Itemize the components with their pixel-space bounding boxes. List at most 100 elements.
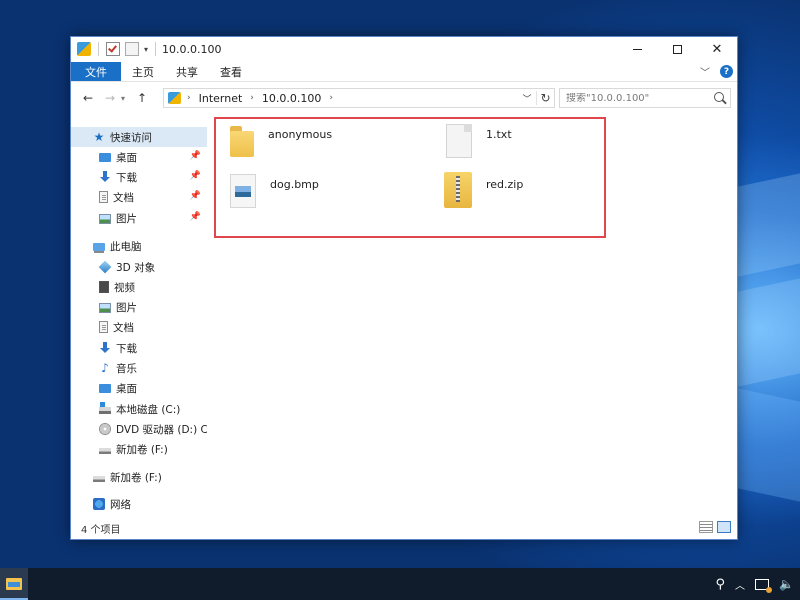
- sidebar-item-documents[interactable]: 文档 📌: [71, 187, 207, 207]
- chevron-right-icon[interactable]: ›: [250, 93, 254, 103]
- caption-buttons: ✕: [617, 37, 737, 61]
- pin-icon: 📌: [189, 171, 201, 181]
- breadcrumb: › Internet › 10.0.0.100 ›: [187, 92, 333, 105]
- picture-icon: [99, 213, 111, 224]
- sidebar-item-3d-objects[interactable]: 3D 对象: [71, 257, 207, 277]
- search-input[interactable]: [566, 92, 706, 104]
- customize-toolbar-icon[interactable]: ▾: [144, 45, 148, 54]
- folder-icon: [230, 126, 254, 157]
- window-title: 10.0.0.100: [162, 42, 222, 56]
- taskbar-file-explorer-button[interactable]: [0, 568, 28, 600]
- status-bar: 4 个项目: [71, 517, 737, 539]
- video-icon: [99, 281, 109, 293]
- breadcrumb-host[interactable]: 10.0.0.100: [262, 92, 321, 105]
- music-note-icon: ♪: [101, 361, 109, 375]
- text-file-icon: [446, 124, 472, 158]
- view-switcher: [699, 521, 731, 533]
- chevron-right-icon[interactable]: ›: [329, 93, 333, 103]
- large-icons-view-icon[interactable]: [717, 521, 731, 533]
- address-controls: ﹀ ↻: [518, 89, 554, 107]
- drive-icon: [93, 476, 105, 482]
- file-list: anonymous 1.txt dog.bmp red.zip: [208, 112, 737, 517]
- quick-access-toolbar: ▾: [71, 42, 158, 56]
- show-hidden-icons-button[interactable]: ︿: [735, 577, 745, 592]
- ribbon-controls: ﹀ ?: [700, 64, 733, 79]
- tab-home[interactable]: 主页: [121, 62, 165, 81]
- breadcrumb-internet[interactable]: Internet: [199, 92, 243, 105]
- file-item-1-txt[interactable]: 1.txt: [446, 124, 512, 158]
- star-icon: ★: [93, 130, 105, 144]
- tab-view[interactable]: 查看: [209, 62, 253, 81]
- sidebar-item-pc-pictures[interactable]: 图片: [71, 297, 207, 317]
- maximize-icon: [672, 44, 682, 54]
- speaker-icon[interactable]: 🔈: [779, 577, 794, 591]
- sidebar-item-music[interactable]: ♪ 音乐: [71, 358, 207, 378]
- search-icon[interactable]: [714, 92, 724, 102]
- sidebar-item-pc-downloads[interactable]: 下载: [71, 338, 207, 358]
- picture-icon: [99, 302, 111, 313]
- file-name: dog.bmp: [270, 178, 319, 191]
- file-explorer-icon: [6, 578, 22, 590]
- system-tray: ⚲ ︿ 🔈: [716, 568, 794, 600]
- sidebar-item-downloads[interactable]: 下载 📌: [71, 167, 207, 187]
- drive-icon: [99, 448, 111, 454]
- tab-file[interactable]: 文件: [71, 62, 121, 81]
- title-bar: ▾ 10.0.0.100 ✕: [71, 37, 737, 61]
- document-icon: [99, 191, 108, 203]
- address-bar[interactable]: › Internet › 10.0.0.100 › ﹀ ↻: [163, 88, 555, 108]
- pin-icon: 📌: [189, 212, 201, 222]
- file-name: 1.txt: [486, 128, 512, 141]
- sidebar-item-dvd-drive-d[interactable]: DVD 驱动器 (D:) CE: [71, 419, 207, 439]
- refresh-button[interactable]: ↻: [536, 91, 554, 105]
- image-file-icon: [230, 174, 256, 208]
- recent-locations-button[interactable]: ▾: [121, 94, 131, 103]
- sidebar-item-local-disk-c[interactable]: 本地磁盘 (C:): [71, 399, 207, 419]
- details-view-icon[interactable]: [699, 521, 713, 533]
- network-location-icon: [77, 42, 91, 56]
- pin-icon: 📌: [189, 191, 201, 201]
- new-folder-icon[interactable]: [125, 42, 139, 56]
- sidebar-item-network[interactable]: 网络: [71, 494, 207, 514]
- file-name: red.zip: [486, 178, 524, 191]
- sidebar-item-volume-f-root[interactable]: 新加卷 (F:): [71, 467, 207, 487]
- file-item-anonymous[interactable]: anonymous: [230, 124, 333, 157]
- minimize-button[interactable]: [617, 37, 657, 61]
- forward-button[interactable]: →: [99, 91, 121, 105]
- address-history-button[interactable]: ﹀: [518, 92, 536, 105]
- sidebar-item-quick-access[interactable]: ★ 快速访问: [71, 127, 207, 147]
- desktop-icon: [99, 384, 111, 393]
- back-button[interactable]: ←: [77, 91, 99, 105]
- chevron-right-icon[interactable]: ›: [187, 93, 191, 103]
- maximize-button[interactable]: [657, 37, 697, 61]
- close-button[interactable]: ✕: [697, 37, 737, 61]
- ribbon-tabs: 文件 主页 共享 查看 ﹀ ?: [71, 62, 737, 82]
- sidebar-item-volume-f[interactable]: 新加卷 (F:): [71, 439, 207, 459]
- zip-file-icon: [444, 172, 472, 208]
- download-icon: [99, 171, 111, 183]
- network-location-icon: [168, 92, 181, 104]
- file-item-dog-bmp[interactable]: dog.bmp: [230, 174, 319, 208]
- desktop-icon: [99, 153, 111, 162]
- help-icon[interactable]: ?: [720, 65, 733, 78]
- item-count: 4 个项目: [81, 524, 121, 536]
- file-item-red-zip[interactable]: red.zip: [444, 172, 523, 208]
- properties-icon[interactable]: [106, 42, 120, 56]
- windows-drive-icon: [99, 402, 111, 414]
- sidebar-item-pc-documents[interactable]: 文档: [71, 317, 207, 337]
- file-name: anonymous: [268, 128, 333, 141]
- up-button[interactable]: ↑: [131, 91, 153, 105]
- expand-ribbon-button[interactable]: ﹀: [700, 64, 710, 79]
- document-icon: [99, 321, 108, 333]
- sidebar-item-videos[interactable]: 视频: [71, 277, 207, 297]
- sidebar-item-pc-desktop[interactable]: 桌面: [71, 378, 207, 398]
- close-icon: ✕: [711, 41, 723, 57]
- sidebar-item-pictures[interactable]: 图片 📌: [71, 208, 207, 228]
- network-icon: [93, 498, 105, 510]
- search-box[interactable]: [559, 88, 731, 108]
- people-icon[interactable]: ⚲: [716, 577, 726, 592]
- tab-share[interactable]: 共享: [165, 62, 209, 81]
- network-status-icon[interactable]: [755, 578, 773, 593]
- sidebar-item-desktop[interactable]: 桌面 📌: [71, 147, 207, 167]
- sidebar-item-this-pc[interactable]: 此电脑: [71, 236, 207, 256]
- computer-icon: [93, 243, 105, 251]
